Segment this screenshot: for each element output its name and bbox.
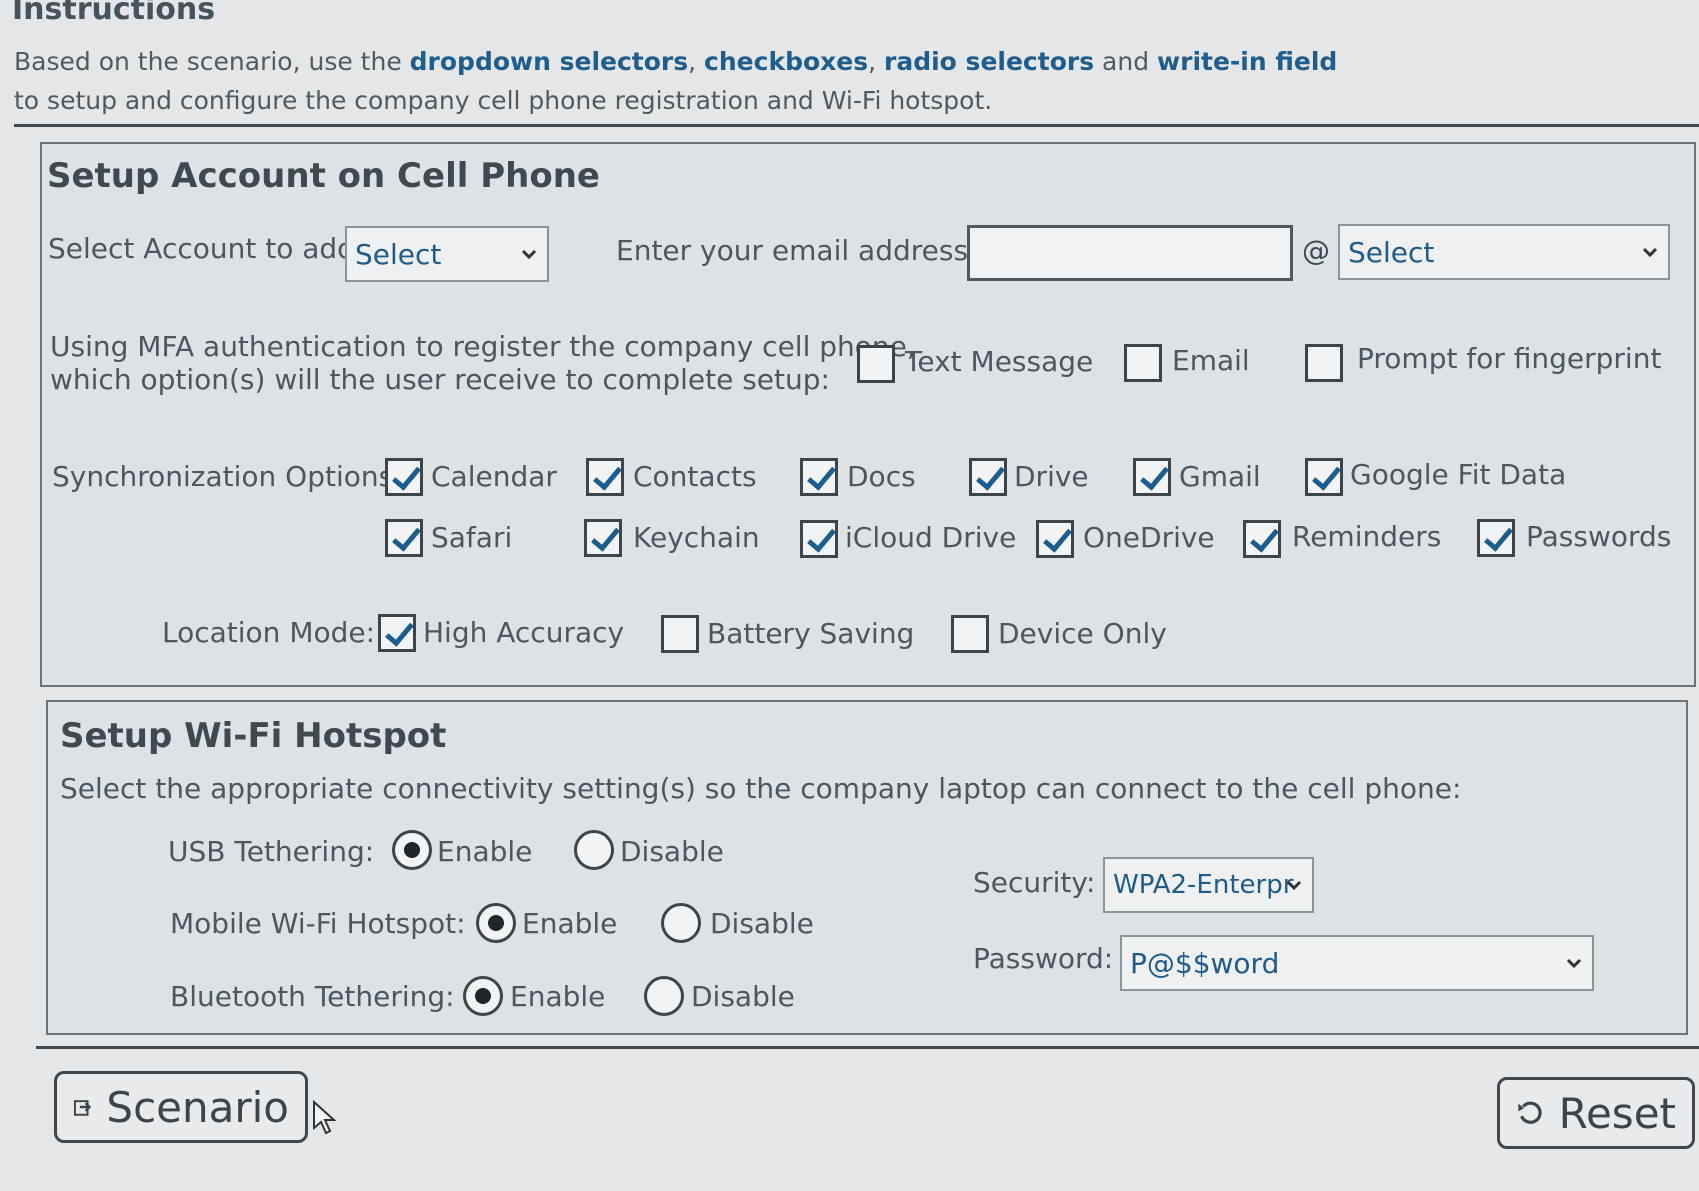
chevron-down-icon: [1566, 958, 1582, 969]
sync-label: Synchronization Options:: [52, 460, 403, 493]
sync-icloud-drive-checkbox[interactable]: [800, 520, 838, 558]
wifi-enable-radio[interactable]: [476, 903, 516, 943]
password-select[interactable]: P@$$word: [1120, 935, 1594, 991]
divider: [36, 1046, 1699, 1049]
usb-tethering-label: USB Tethering:: [168, 835, 375, 868]
mobile-hotspot-label: Mobile Wi-Fi Hotspot:: [170, 907, 466, 940]
bt-enable-radio[interactable]: [463, 976, 503, 1016]
instructions-title: Instructions: [12, 0, 216, 27]
wifi-enable-label: Enable: [522, 907, 618, 940]
at-symbol: @: [1302, 234, 1330, 267]
security-select[interactable]: WPA2-Enterpr: [1103, 857, 1314, 913]
domain-select[interactable]: Select: [1338, 224, 1670, 280]
chevron-down-icon: [521, 249, 537, 260]
location-high-accuracy-checkbox[interactable]: [378, 614, 416, 652]
setup-account-title: Setup Account on Cell Phone: [47, 156, 600, 196]
sync-safari-checkbox[interactable]: [385, 519, 423, 557]
sync-reminders-label: Reminders: [1292, 520, 1442, 553]
location-mode-label: Location Mode:: [162, 616, 376, 649]
sync-passwords-checkbox[interactable]: [1477, 519, 1515, 557]
mfa-fingerprint-label: Prompt for fingerprint: [1357, 342, 1662, 375]
usb-disable-radio[interactable]: [574, 830, 614, 870]
scenario-button[interactable]: Scenario: [54, 1071, 308, 1143]
mfa-fingerprint-checkbox[interactable]: [1305, 344, 1343, 382]
sync-contacts-checkbox[interactable]: [586, 458, 624, 496]
sync-google-fit-checkbox[interactable]: [1305, 458, 1343, 496]
password-label: Password:: [973, 942, 1114, 975]
sync-calendar-label: Calendar: [431, 460, 557, 493]
location-device-only-label: Device Only: [998, 617, 1167, 650]
email-label: Enter your email address:: [616, 234, 978, 267]
mouse-cursor-icon: [313, 1100, 337, 1135]
divider: [14, 124, 1699, 127]
location-battery-saving-checkbox[interactable]: [661, 615, 699, 653]
sync-gmail-checkbox[interactable]: [1133, 458, 1171, 496]
hotspot-instruction: Select the appropriate connectivity sett…: [60, 772, 1462, 805]
sync-keychain-label: Keychain: [633, 521, 760, 554]
sync-docs-label: Docs: [847, 460, 916, 493]
mfa-text-message-label: Text Message: [905, 345, 1094, 378]
external-link-icon: [73, 1100, 92, 1116]
setup-hotspot-title: Setup Wi-Fi Hotspot: [60, 716, 447, 756]
sync-icloud-drive-label: iCloud Drive: [845, 521, 1017, 554]
bt-disable-label: Disable: [691, 980, 795, 1013]
sync-docs-checkbox[interactable]: [800, 458, 838, 496]
sync-keychain-checkbox[interactable]: [584, 519, 622, 557]
reset-icon: [1518, 1101, 1542, 1124]
sync-google-fit-label: Google Fit Data: [1350, 458, 1567, 491]
wifi-disable-label: Disable: [710, 907, 814, 940]
bt-enable-label: Enable: [510, 980, 606, 1013]
sync-drive-label: Drive: [1014, 460, 1089, 493]
usb-disable-label: Disable: [620, 835, 724, 868]
account-select[interactable]: Select: [345, 226, 549, 282]
mfa-email-checkbox[interactable]: [1124, 344, 1162, 382]
sync-drive-checkbox[interactable]: [969, 458, 1007, 496]
location-high-accuracy-label: High Accuracy: [423, 616, 625, 649]
sync-safari-label: Safari: [431, 521, 513, 554]
wifi-disable-radio[interactable]: [661, 903, 701, 943]
mfa-text-message-checkbox[interactable]: [857, 345, 895, 383]
chevron-down-icon: [1642, 247, 1658, 258]
sync-onedrive-checkbox[interactable]: [1036, 520, 1074, 558]
email-input[interactable]: [967, 225, 1293, 281]
sync-onedrive-label: OneDrive: [1083, 521, 1215, 554]
bt-disable-radio[interactable]: [644, 976, 684, 1016]
checkboxes-link: checkboxes: [704, 47, 869, 76]
dropdown-selectors-link: dropdown selectors: [409, 47, 689, 76]
write-in-field-link: write-in field: [1157, 47, 1338, 76]
sync-contacts-label: Contacts: [633, 460, 757, 493]
usb-enable-radio[interactable]: [392, 830, 432, 870]
usb-enable-label: Enable: [437, 835, 533, 868]
reset-button[interactable]: Reset: [1497, 1077, 1695, 1149]
security-label: Security:: [973, 866, 1096, 899]
sync-calendar-checkbox[interactable]: [385, 458, 423, 496]
chevron-down-icon: [1286, 880, 1302, 891]
sync-reminders-checkbox[interactable]: [1243, 520, 1281, 558]
instructions-text: Based on the scenario, use the dropdown …: [14, 47, 1338, 115]
mfa-email-label: Email: [1172, 344, 1250, 377]
mfa-question: Using MFA authentication to register the…: [50, 330, 916, 396]
radio-selectors-link: radio selectors: [884, 47, 1095, 76]
location-battery-saving-label: Battery Saving: [707, 617, 915, 650]
sync-passwords-label: Passwords: [1526, 520, 1672, 553]
bluetooth-tethering-label: Bluetooth Tethering:: [170, 980, 455, 1013]
account-label: Select Account to add:: [48, 232, 365, 265]
sync-gmail-label: Gmail: [1179, 460, 1261, 493]
location-device-only-checkbox[interactable]: [951, 615, 989, 653]
